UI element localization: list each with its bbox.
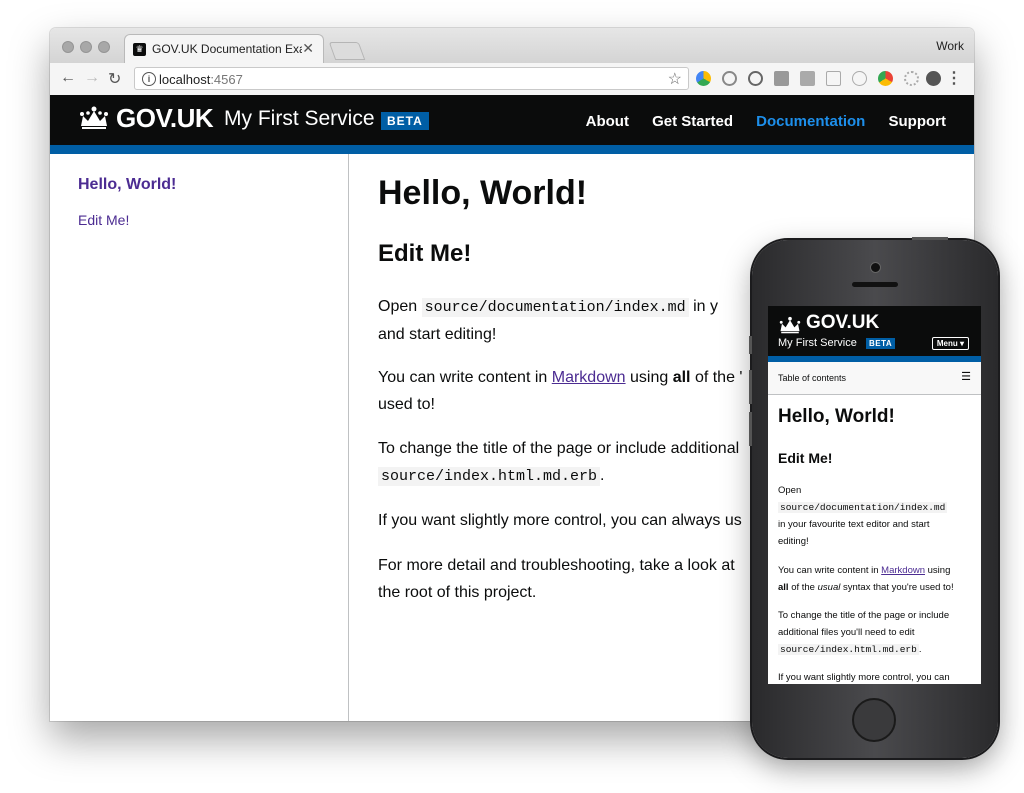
sidebar-item-hello-world[interactable]: Hello, World! [78, 176, 176, 194]
volume-up-button [749, 370, 752, 404]
sidebar-item-edit-me[interactable]: Edit Me! [78, 212, 129, 228]
nav-about[interactable]: About [586, 113, 629, 130]
header-accent-bar [50, 145, 974, 154]
minimize-window-button[interactable] [80, 41, 92, 53]
browser-toolbar: ← → ↻ i localhost:4567 ☆ ⋮ [50, 63, 974, 96]
mobile-page-title: Hello, World! [778, 406, 895, 427]
gear-extension-icon[interactable] [904, 71, 919, 86]
clock-extension-icon[interactable] [722, 71, 737, 86]
mobile-paragraph-more-control: If you want slightly more control, you c… [778, 672, 950, 683]
zoom-window-button[interactable] [98, 41, 110, 53]
volume-down-button [749, 412, 752, 446]
forward-arrow-icon[interactable]: → [84, 69, 100, 87]
c-extension-icon[interactable] [774, 71, 789, 86]
mobile-code-erb-path: source/index.html.md.erb [778, 644, 919, 655]
chrome-extension-icon[interactable] [878, 71, 893, 86]
info-extension-icon[interactable] [748, 71, 763, 86]
mute-switch [749, 336, 752, 354]
mobile-paragraph-open-file: Open source/documentation/index.md in yo… [778, 485, 948, 547]
close-icon[interactable]: ✕ [302, 40, 314, 57]
code-erb-path: source/index.html.md.erb [378, 467, 601, 486]
toc-label: Table of contents [778, 373, 847, 383]
phone-screen: GOV.UK My First Service BETA Menu ▾ Tabl… [768, 306, 981, 684]
drive-extension-icon[interactable] [696, 71, 711, 86]
mobile-crown-icon [779, 316, 801, 334]
title-bar: ♛ GOV.UK Documentation Example ✕ Work [50, 28, 974, 63]
nav-support[interactable]: Support [889, 113, 947, 130]
service-name[interactable]: My First Service [224, 107, 375, 131]
code-path: source/documentation/index.md [421, 298, 689, 317]
section-heading: Edit Me! [378, 240, 472, 267]
page-title: Hello, World! [378, 174, 588, 212]
power-button [912, 237, 948, 240]
mobile-beta-badge: BETA [866, 338, 896, 349]
beta-badge: BETA [381, 112, 429, 130]
nav-get-started[interactable]: Get Started [652, 113, 733, 130]
mobile-markdown-link[interactable]: Markdown [881, 565, 925, 576]
layout-extension-icon[interactable] [800, 71, 815, 86]
back-arrow-icon[interactable]: ← [60, 69, 76, 87]
crown-favicon-icon: ♛ [133, 43, 146, 56]
profile-name[interactable]: Work [936, 39, 964, 53]
browser-menu-icon[interactable]: ⋮ [946, 68, 962, 88]
crown-extension-icon[interactable] [826, 71, 841, 86]
new-tab-button[interactable] [328, 42, 366, 60]
speaker-grille [852, 282, 898, 287]
mobile-paragraph-change-title: To change the title of the page or inclu… [778, 610, 950, 655]
markdown-link[interactable]: Markdown [552, 369, 626, 386]
mobile-toc-bar[interactable]: Table of contents ☰ [768, 362, 981, 395]
url-text: localhost:4567 [159, 72, 243, 87]
window-controls [62, 40, 116, 58]
address-bar[interactable]: i localhost:4567 ☆ [134, 67, 689, 90]
mobile-menu-button[interactable]: Menu ▾ [931, 337, 969, 350]
home-button[interactable] [852, 698, 896, 742]
phone-mockup: GOV.UK My First Service BETA Menu ▾ Tabl… [749, 237, 998, 758]
main-navigation: About Get Started Documentation Support [567, 113, 946, 130]
mobile-paragraph-markdown: You can write content in Markdown using … [778, 565, 954, 593]
camera-icon [870, 262, 881, 273]
govuk-logo[interactable]: GOV.UK [116, 103, 214, 134]
info-icon[interactable]: i [142, 72, 156, 86]
mobile-section-heading: Edit Me! [778, 450, 833, 466]
govuk-header: GOV.UK My First Service BETA About Get S… [50, 95, 974, 145]
mobile-govuk-logo[interactable]: GOV.UK [806, 312, 879, 334]
bookmark-star-icon[interactable]: ☆ [668, 69, 682, 89]
mobile-govuk-header: GOV.UK My First Service BETA Menu ▾ [768, 306, 981, 356]
mobile-code-path: source/documentation/index.md [778, 502, 948, 513]
toc-list-icon[interactable]: ☰ [961, 370, 971, 383]
code-extension-icon[interactable] [852, 71, 867, 86]
browser-tab[interactable]: ♛ GOV.UK Documentation Example ✕ [124, 34, 324, 63]
close-window-button[interactable] [62, 41, 74, 53]
crown-icon [80, 106, 108, 129]
reload-icon[interactable]: ↻ [108, 69, 121, 89]
tab-title: GOV.UK Documentation Example [152, 42, 302, 56]
mobile-service-name[interactable]: My First Service [778, 337, 857, 349]
nav-documentation[interactable]: Documentation [756, 113, 865, 130]
sidebar: Hello, World! Edit Me! [50, 154, 349, 721]
w-extension-icon[interactable] [926, 71, 941, 86]
